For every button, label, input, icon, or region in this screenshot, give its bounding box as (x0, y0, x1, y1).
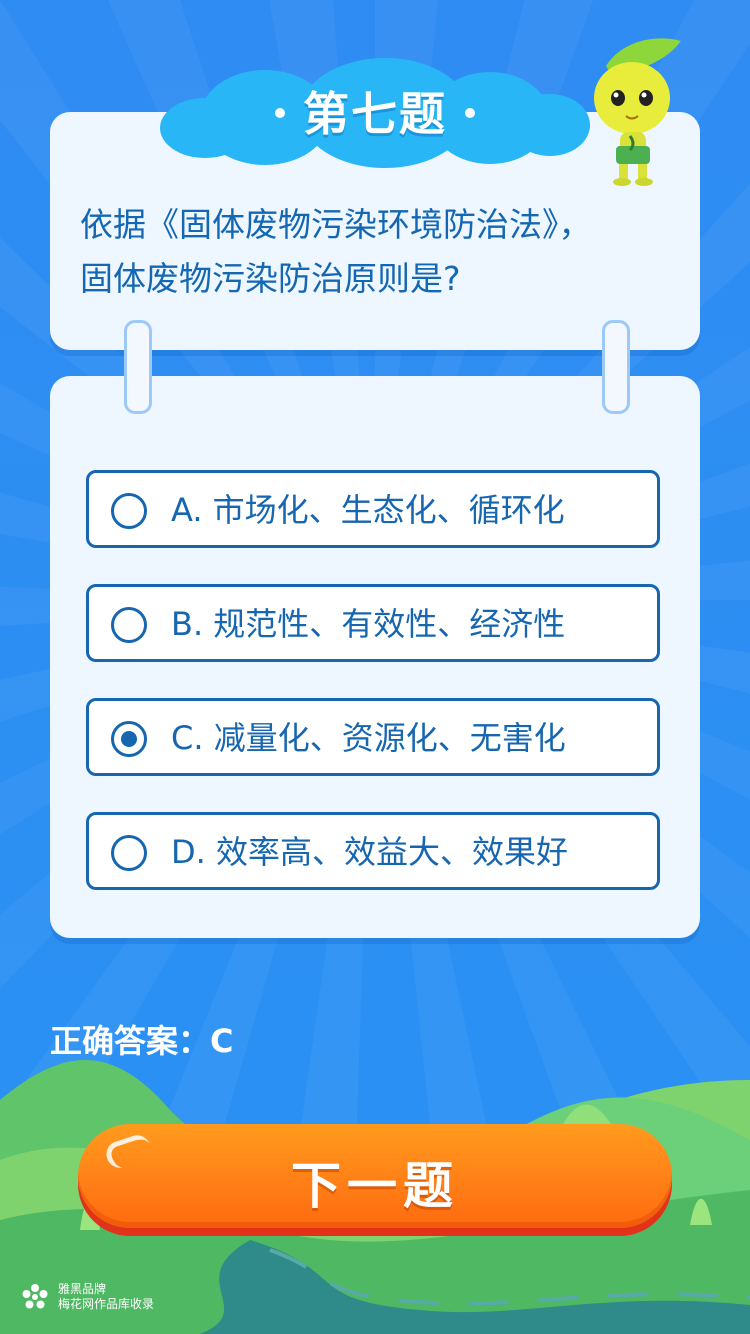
option-a[interactable]: A. 市场化、生态化、循环化 (86, 470, 660, 548)
radio-a[interactable] (111, 493, 147, 529)
correct-answer: 正确答案：C (50, 1022, 234, 1060)
question-line-2: 固体废物污染防治原则是? (80, 259, 461, 298)
watermark: 雅黑品牌 梅花网作品库收录 (20, 1282, 154, 1312)
title-dot-left (275, 107, 285, 118)
option-d-label: D. 效率高、效益大、效果好 (171, 833, 568, 871)
watermark-line-1: 雅黑品牌 (58, 1282, 107, 1296)
option-d[interactable]: D. 效率高、效益大、效果好 (86, 812, 660, 890)
option-c[interactable]: C. 减量化、资源化、无害化 (86, 698, 660, 776)
next-question-label: 下一题 (291, 1157, 459, 1215)
leaf-mascot-icon (594, 38, 681, 186)
question-text: 依据《固体废物污染环境防治法》， 固体废物污染防治原则是? (80, 198, 680, 306)
option-b[interactable]: B. 规范性、有效性、经济性 (86, 584, 660, 662)
watermark-line-2: 梅花网作品库收录 (58, 1297, 155, 1311)
radio-c[interactable] (111, 721, 147, 757)
radio-d[interactable] (111, 835, 147, 871)
option-a-label: A. 市场化、生态化、循环化 (171, 491, 565, 529)
option-b-label: B. 规范性、有效性、经济性 (171, 605, 566, 643)
title-dot-right (465, 107, 475, 118)
option-c-label: C. 减量化、资源化、无害化 (171, 719, 566, 757)
card-hanger-left (124, 320, 152, 414)
card-hanger-right (602, 320, 630, 414)
next-question-button[interactable]: 下一题 (78, 1124, 672, 1228)
page-title: 第七题 (160, 78, 590, 144)
options-card: A. 市场化、生态化、循环化 B. 规范性、有效性、经济性 C. 减量化、资源化… (50, 376, 700, 938)
question-line-1: 依据《固体废物污染环境防治法》， (80, 205, 592, 244)
plum-flower-icon (22, 1284, 48, 1309)
radio-b[interactable] (111, 607, 147, 643)
